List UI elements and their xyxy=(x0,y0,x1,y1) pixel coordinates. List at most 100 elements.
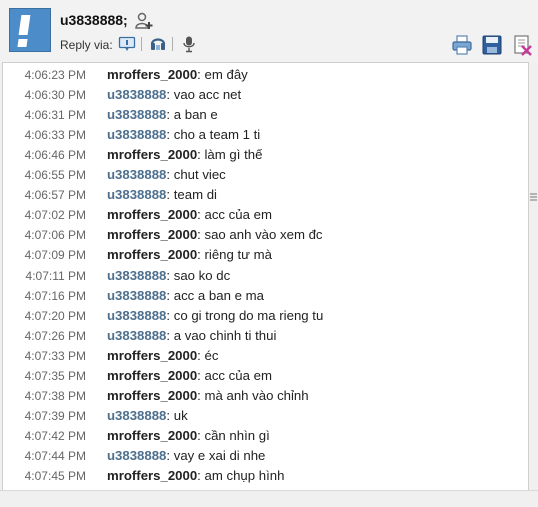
message-timestamp: 4:06:33 PM xyxy=(24,128,86,143)
sender-separator: : xyxy=(166,327,174,343)
sender-separator: : xyxy=(166,187,174,203)
message-body: mroffers_2000: sao anh vào xem đc xyxy=(107,225,323,245)
message-body: u3838888: co gi trong do ma rieng tu xyxy=(107,306,323,326)
contact-username[interactable]: u3838888; xyxy=(60,12,128,28)
sender-separator: : xyxy=(197,367,205,383)
message-row: 4:07:09 PM mroffers_2000: riêng tư mà xyxy=(3,245,528,265)
message-row: 4:07:44 PM u3838888: vay e xai di nhe xyxy=(3,446,528,466)
chat-footer xyxy=(0,490,538,507)
message-timestamp: 4:06:55 PM xyxy=(24,168,86,183)
sender-name[interactable]: mroffers_2000 xyxy=(107,247,197,262)
message-text: vao acc net xyxy=(173,87,242,103)
resize-grip-icon[interactable] xyxy=(529,193,538,201)
sender-name[interactable]: u3838888 xyxy=(107,87,166,102)
message-timestamp: 4:07:09 PM xyxy=(24,248,86,263)
microphone-icon[interactable] xyxy=(180,35,198,53)
message-row: 4:07:06 PM mroffers_2000: sao anh vào xem… xyxy=(3,225,528,245)
sender-separator: : xyxy=(197,67,205,82)
message-body: u3838888: vay e xai di nhe xyxy=(107,446,265,466)
sender-name[interactable]: mroffers_2000 xyxy=(107,147,197,162)
reply-separator xyxy=(141,37,142,51)
sender-name[interactable]: u3838888 xyxy=(107,308,166,323)
message-body: u3838888: chut viec xyxy=(107,165,226,185)
sender-separator: : xyxy=(197,427,205,443)
sender-separator: : xyxy=(166,267,174,283)
sender-name[interactable]: mroffers_2000 xyxy=(107,428,197,443)
sender-separator: : xyxy=(166,87,174,103)
message-timestamp: 4:07:38 PM xyxy=(24,388,86,403)
message-text: acc của em xyxy=(204,367,272,383)
im-icon[interactable] xyxy=(118,35,136,53)
add-contact-icon[interactable] xyxy=(134,11,154,31)
sender-name[interactable]: u3838888 xyxy=(107,167,166,182)
sender-separator: : xyxy=(197,227,205,243)
sender-name[interactable]: mroffers_2000 xyxy=(107,388,197,403)
message-timestamp: 4:07:39 PM xyxy=(24,408,86,423)
message-text: làm gì thế xyxy=(204,147,263,163)
message-body: mroffers_2000: cần nhìn gì xyxy=(107,426,270,446)
message-row: 4:07:39 PM u3838888: uk xyxy=(3,406,528,426)
message-body: u3838888: vao acc net xyxy=(107,85,241,105)
sender-name[interactable]: mroffers_2000 xyxy=(107,207,197,222)
sender-separator: : xyxy=(166,167,174,183)
message-body: mroffers_2000: am chụp hình xyxy=(107,466,284,486)
sender-separator: : xyxy=(166,307,174,323)
message-body: u3838888: sao ko dc xyxy=(107,266,230,286)
message-body: mroffers_2000: làm gì thế xyxy=(107,145,262,165)
alert-avatar[interactable] xyxy=(9,8,51,52)
sender-name[interactable]: mroffers_2000 xyxy=(107,227,197,242)
reply-via-label: Reply via: xyxy=(60,38,113,52)
message-text: am chụp hình xyxy=(204,468,285,483)
message-row: 4:06:46 PM mroffers_2000: làm gì thế xyxy=(3,145,528,165)
message-text: riêng tư mà xyxy=(204,247,272,263)
sender-separator: : xyxy=(197,247,205,263)
message-text: éc xyxy=(204,347,219,363)
sender-name[interactable]: u3838888 xyxy=(107,448,166,463)
message-body: mroffers_2000: éc xyxy=(107,346,218,366)
sender-name[interactable]: u3838888 xyxy=(107,288,166,303)
message-timestamp: 4:07:44 PM xyxy=(24,448,86,463)
message-body: u3838888: a ban e xyxy=(107,105,218,125)
message-text: em đây xyxy=(204,67,248,82)
delete-icon[interactable] xyxy=(511,34,533,56)
sender-name[interactable]: u3838888 xyxy=(107,328,166,343)
sender-separator: : xyxy=(166,127,174,143)
exclamation-bar xyxy=(18,15,31,35)
chat-transcript[interactable]: 4:06:23 PM mroffers_2000: em đây 4:06:30 P… xyxy=(2,62,529,490)
chat-header: u3838888; Reply via: xyxy=(0,0,538,62)
sender-name[interactable]: mroffers_2000 xyxy=(107,368,197,383)
sender-separator: : xyxy=(166,447,174,463)
message-text: cho a team 1 ti xyxy=(173,127,261,143)
save-icon[interactable] xyxy=(481,34,503,56)
sender-name[interactable]: mroffers_2000 xyxy=(107,348,197,363)
sender-separator: : xyxy=(166,107,174,123)
message-text: mà anh vào chỉnh xyxy=(204,387,309,403)
sender-name[interactable]: mroffers_2000 xyxy=(107,468,197,483)
message-row: 4:06:33 PM u3838888: cho a team 1 ti xyxy=(3,125,528,145)
sender-separator: : xyxy=(197,387,205,403)
message-row: 4:07:26 PM u3838888: a vao chinh ti thui xyxy=(3,326,528,346)
sender-name[interactable]: u3838888 xyxy=(107,268,166,283)
message-body: mroffers_2000: em đây xyxy=(107,65,248,85)
reply-separator xyxy=(172,37,173,51)
sender-name[interactable]: u3838888 xyxy=(107,107,166,122)
message-timestamp: 4:06:23 PM xyxy=(24,68,86,82)
message-timestamp: 4:07:02 PM xyxy=(24,208,86,223)
sender-name[interactable]: u3838888 xyxy=(107,127,166,142)
message-text: a ban e xyxy=(173,107,218,123)
message-row: 4:07:16 PM u3838888: acc a ban e ma xyxy=(3,286,528,306)
message-row: 4:07:20 PM u3838888: co gi trong do ma ri… xyxy=(3,306,528,326)
message-text: team di xyxy=(173,187,217,203)
message-text: co gi trong do ma rieng tu xyxy=(173,307,324,323)
phone-icon[interactable] xyxy=(149,35,167,53)
sender-name[interactable]: mroffers_2000 xyxy=(107,67,197,82)
sender-name[interactable]: u3838888 xyxy=(107,187,166,202)
message-text: cần nhìn gì xyxy=(204,427,270,443)
print-icon[interactable] xyxy=(451,34,473,56)
message-timestamp: 4:07:16 PM xyxy=(24,288,86,303)
sender-name[interactable]: u3838888 xyxy=(107,408,166,423)
message-row: 4:07:35 PM mroffers_2000: acc của em xyxy=(3,366,528,386)
sender-separator: : xyxy=(197,468,205,483)
message-row: 4:07:38 PM mroffers_2000: mà anh vào chỉn… xyxy=(3,386,528,406)
sender-separator: : xyxy=(166,287,174,303)
